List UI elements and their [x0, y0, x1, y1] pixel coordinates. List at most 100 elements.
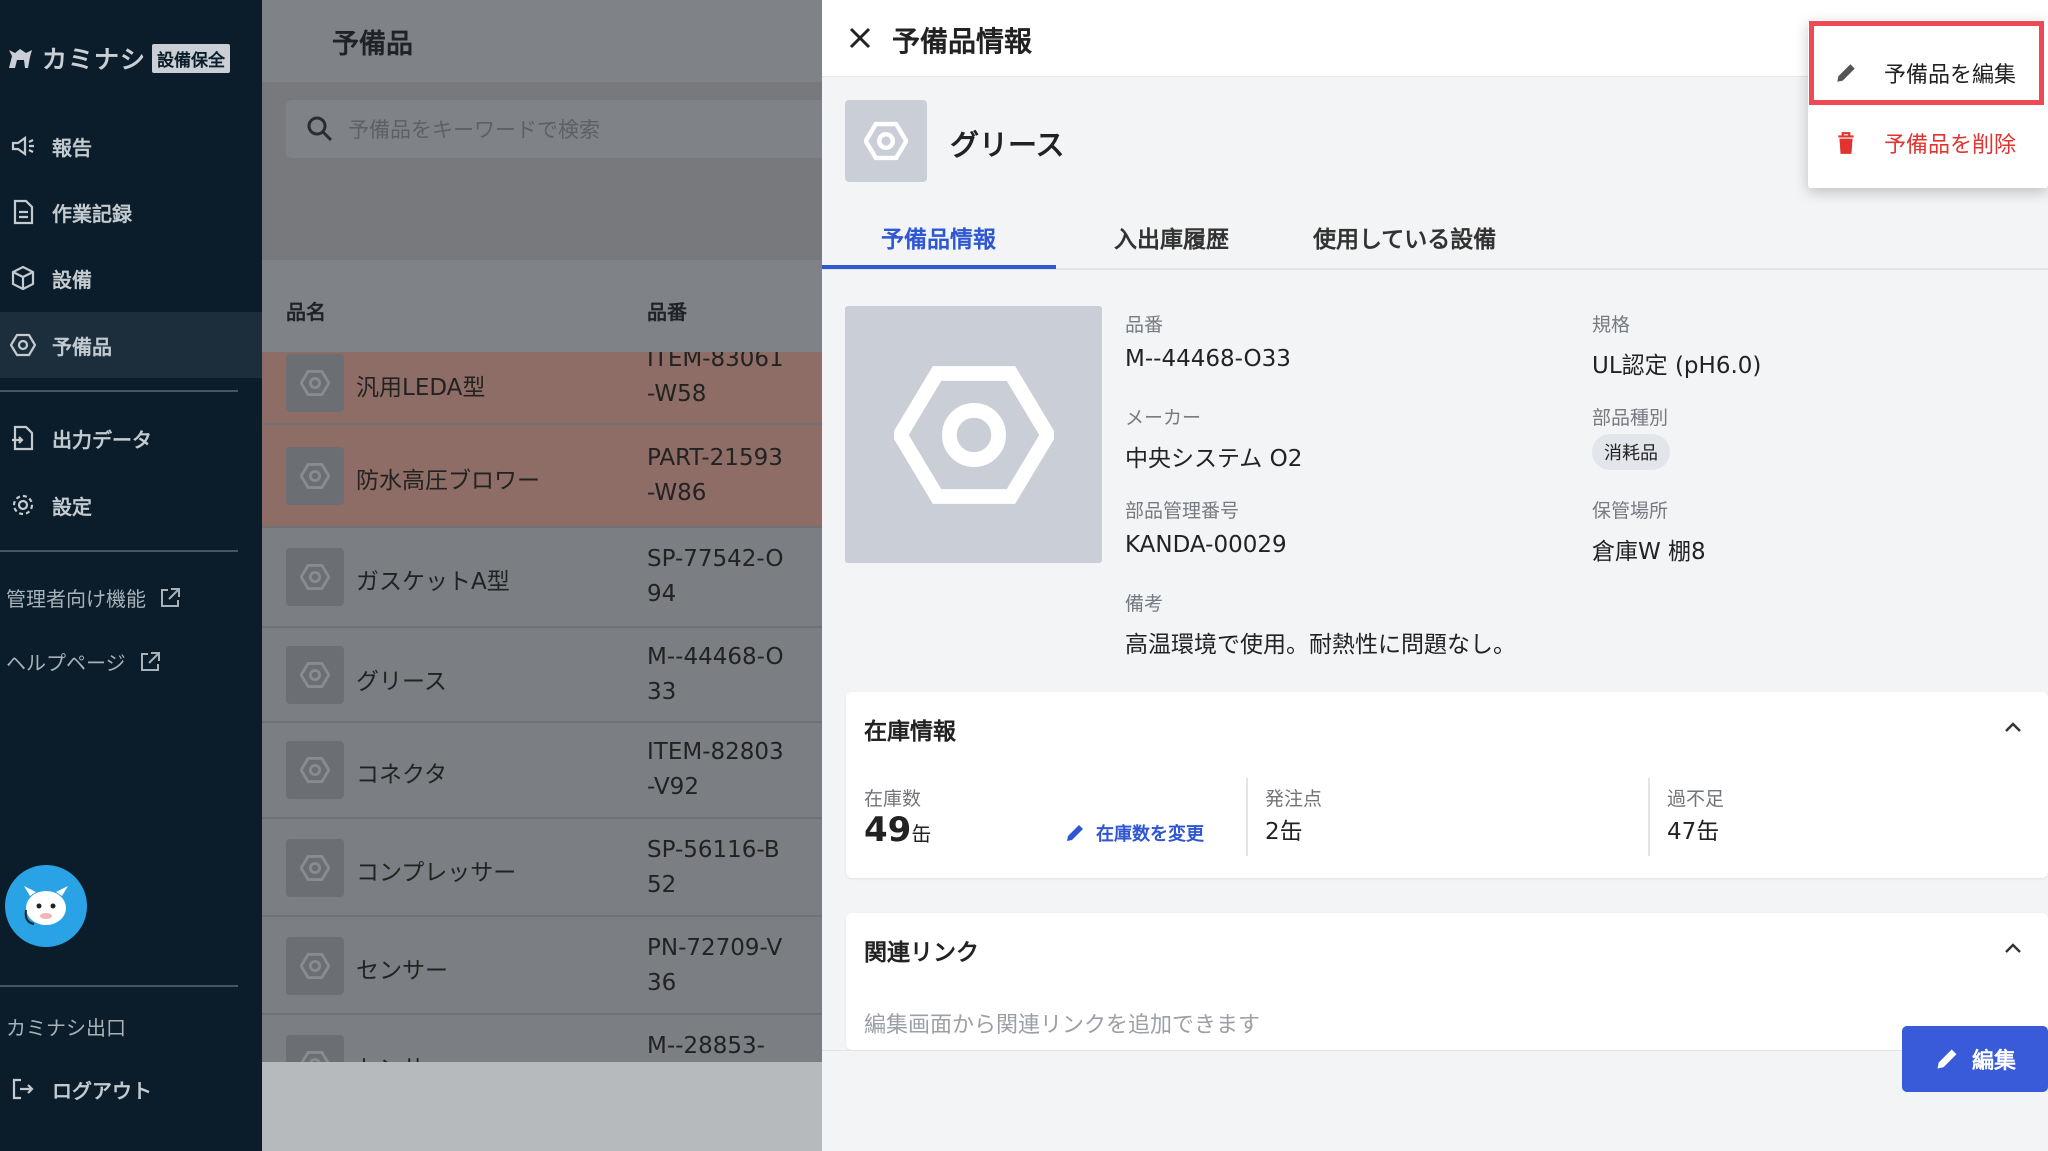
- sidebar-item-label: 報告: [52, 135, 92, 160]
- table-row[interactable]: センサー M--28853-: [262, 1015, 822, 1062]
- active-tab-indicator: [822, 265, 1056, 269]
- document-icon: [13, 199, 34, 225]
- part-code: ITEM-82803-V92: [647, 739, 784, 800]
- sidebar-divider: [0, 390, 238, 392]
- logout-label: ログアウト: [52, 1078, 152, 1103]
- logout-button[interactable]: ログアウト: [0, 1056, 262, 1122]
- brand-logo[interactable]: カミナシ 設備保全: [6, 40, 231, 76]
- table-row[interactable]: コンプレッサー SP-56116-B52: [262, 819, 822, 917]
- search-area: 予備品をキーワードで検索: [262, 82, 822, 260]
- sidebar-item-work-log[interactable]: 作業記録: [0, 179, 262, 245]
- part-code: SP-56116-B52: [647, 837, 780, 898]
- highlight-box: [1809, 21, 2044, 105]
- drawer-footer: [822, 1050, 2048, 1151]
- support-chat-button[interactable]: [5, 865, 87, 947]
- external-link-icon: [140, 651, 160, 671]
- parts-table: 汎用LEDA型 ITEM-83061-W58 防水高圧ブロワー PART-215…: [262, 352, 822, 1062]
- table-row[interactable]: コネクタ ITEM-82803-V92: [262, 723, 822, 819]
- tab-used-equipment[interactable]: 使用している設備: [1313, 220, 1496, 254]
- goat-mascot-icon: [24, 886, 68, 925]
- admin-features-link[interactable]: 管理者向け機能: [6, 583, 182, 612]
- sidebar-item-label: 設定: [52, 494, 92, 519]
- part-code: M--28853-: [647, 1033, 765, 1059]
- goat-logo-icon: [9, 49, 32, 68]
- change-stock-button[interactable]: 在庫数を変更: [1064, 820, 1204, 846]
- part-code: PN-72709-V36: [647, 935, 783, 996]
- page-header: 予備品: [262, 0, 822, 82]
- related-links-card: 関連リンク 編集画面から関連リンクを追加できます: [846, 913, 2048, 1050]
- part-thumbnail: [286, 741, 344, 799]
- mgmt-number-label: 部品管理番号: [1125, 500, 1240, 522]
- chevron-up-icon[interactable]: [2002, 937, 2024, 959]
- column-header-name: 品名: [286, 300, 326, 324]
- edit-button-label: 編集: [1971, 1049, 2016, 1074]
- sidebar-item-export[interactable]: 出力データ: [0, 405, 262, 471]
- part-avatar: [845, 100, 927, 182]
- hex-nut-icon: [300, 953, 330, 979]
- hex-nut-icon: [300, 662, 330, 688]
- help-page-link[interactable]: ヘルプページ: [6, 647, 162, 676]
- pencil-icon: [1937, 1049, 1957, 1069]
- stock-qty-value: 49: [864, 810, 912, 850]
- tab-stock-history[interactable]: 入出庫履歴: [1114, 220, 1229, 254]
- search-input[interactable]: 予備品をキーワードで検索: [286, 100, 822, 158]
- stat-divider: [1246, 778, 1248, 856]
- maker-value: 中央システム O2: [1125, 446, 1303, 472]
- chevron-up-icon[interactable]: [2002, 716, 2024, 738]
- menu-item-label: 予備品を削除: [1884, 133, 2017, 158]
- related-links-title: 関連リンク: [864, 940, 979, 966]
- part-type-chip: 消耗品: [1592, 434, 1670, 470]
- drawer-title: 予備品情報: [892, 25, 1033, 58]
- part-type-label: 部品種別: [1592, 407, 1669, 429]
- brand-badge: 設備保全: [152, 43, 231, 73]
- hex-nut-icon: [300, 564, 330, 590]
- shortage-value: 47缶: [1667, 819, 1720, 845]
- export-file-icon: [12, 425, 34, 451]
- kaminashi-exit-link[interactable]: カミナシ出口: [6, 1012, 126, 1041]
- table-header: 品名 品番: [262, 260, 822, 352]
- sidebar-item-spare-parts[interactable]: 予備品: [0, 312, 262, 378]
- table-row[interactable]: グリース M--44468-O33: [262, 628, 822, 723]
- part-thumbnail: [286, 548, 344, 606]
- table-row[interactable]: 防水高圧ブロワー PART-21593-W86: [262, 425, 822, 528]
- part-thumbnail: [286, 354, 344, 412]
- gear-icon: [12, 494, 34, 516]
- stock-info-title: 在庫情報: [864, 719, 956, 745]
- search-placeholder: 予備品をキーワードで検索: [348, 118, 600, 142]
- note-label: 備考: [1125, 593, 1164, 615]
- part-name: 防水高圧ブロワー: [356, 468, 540, 494]
- external-link-icon: [161, 587, 180, 607]
- part-code: ITEM-83061-W58: [647, 352, 784, 407]
- menu-item-delete-spare-part[interactable]: 予備品を削除: [1808, 108, 2048, 178]
- hex-nut-icon: [893, 365, 1054, 504]
- page-title: 予備品: [332, 29, 413, 60]
- location-value: 倉庫W 棚8: [1592, 539, 1706, 565]
- reorder-point-value: 2缶: [1265, 819, 1303, 845]
- part-thumbnail: [286, 937, 344, 995]
- kaminashi-exit-label: カミナシ出口: [6, 1016, 126, 1040]
- sidebar-item-label: 予備品: [52, 334, 112, 359]
- tab-spare-part-info[interactable]: 予備品情報: [881, 220, 996, 254]
- sidebar-item-label: 作業記録: [52, 201, 132, 226]
- help-page-label: ヘルプページ: [6, 651, 126, 675]
- spare-parts-list-page: 予備品 予備品をキーワードで検索 品名 品番 汎用LEDA型 ITEM-8306…: [262, 0, 822, 1151]
- table-row[interactable]: センサー PN-72709-V36: [262, 917, 822, 1015]
- part-name: コネクタ: [356, 762, 448, 788]
- table-row[interactable]: ガスケットA型 SP-77542-O94: [262, 528, 822, 628]
- megaphone-icon: [11, 135, 34, 157]
- hex-nut-icon: [300, 1051, 330, 1062]
- part-name-heading: グリース: [950, 128, 1065, 162]
- part-name: センサー: [356, 1049, 448, 1062]
- edit-button[interactable]: 編集: [1902, 1026, 2048, 1092]
- sidebar-item-report[interactable]: 報告: [0, 113, 262, 179]
- close-icon[interactable]: [844, 22, 876, 54]
- part-code: M--44468-O33: [647, 644, 784, 705]
- table-row[interactable]: 汎用LEDA型 ITEM-83061-W58: [262, 352, 822, 425]
- hex-nut-icon: [864, 121, 908, 161]
- mgmt-number-value: KANDA-00029: [1125, 532, 1287, 558]
- sidebar-item-equipment[interactable]: 設備: [0, 245, 262, 311]
- stock-qty-unit: 缶: [911, 822, 932, 846]
- brand-name: カミナシ: [42, 45, 147, 74]
- pencil-icon: [1067, 825, 1083, 841]
- sidebar-item-settings[interactable]: 設定: [0, 472, 262, 538]
